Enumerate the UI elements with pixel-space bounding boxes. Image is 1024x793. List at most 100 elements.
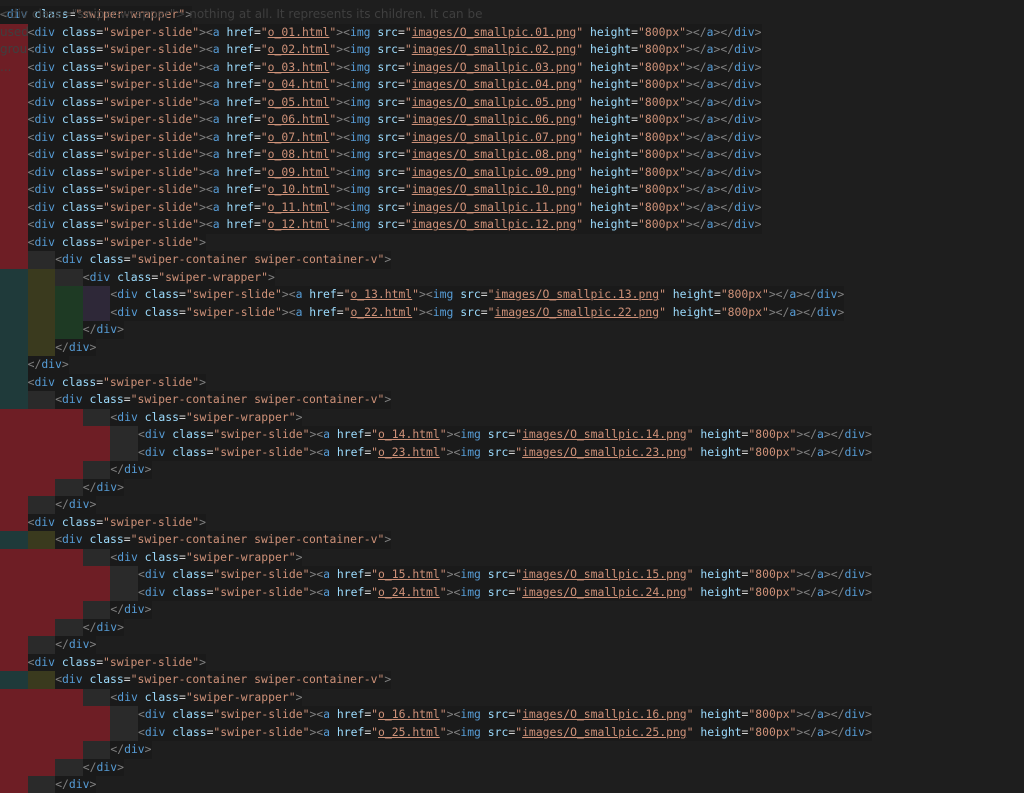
code-line[interactable]: <div class="swiper-slide"><a href="o_06.… bbox=[0, 111, 1024, 129]
token-link[interactable]: o_10.html bbox=[268, 182, 330, 196]
token-str: " bbox=[412, 287, 420, 301]
code-line[interactable]: <div class="swiper-wrapper"> bbox=[0, 408, 1024, 426]
token-link[interactable]: o_14.html bbox=[378, 427, 440, 441]
token-link[interactable]: images/O_smallpic.05.png bbox=[412, 95, 577, 109]
code-line[interactable]: </div> bbox=[0, 776, 1024, 793]
token-link[interactable]: o_03.html bbox=[268, 60, 330, 74]
token-link[interactable]: o_04.html bbox=[268, 77, 330, 91]
code-line[interactable]: <div class="swiper-slide"><a href="o_10.… bbox=[0, 181, 1024, 199]
code-line[interactable]: </div> bbox=[0, 356, 1024, 374]
token-link[interactable]: images/O_smallpic.04.png bbox=[412, 77, 577, 91]
token-link[interactable]: images/O_smallpic.03.png bbox=[412, 60, 577, 74]
code-line[interactable]: <div class="swiper-slide"><a href="o_12.… bbox=[0, 216, 1024, 234]
token-link[interactable]: images/O_smallpic.02.png bbox=[412, 42, 577, 56]
code-line[interactable]: </div> bbox=[0, 618, 1024, 636]
code-line[interactable]: <div class="swiper-slide"><a href="o_03.… bbox=[0, 58, 1024, 76]
token-link[interactable]: o_07.html bbox=[268, 130, 330, 144]
token-link[interactable]: o_15.html bbox=[378, 567, 440, 581]
token-link[interactable]: images/O_smallpic.15.png bbox=[522, 567, 687, 581]
token-link[interactable]: images/O_smallpic.10.png bbox=[412, 182, 577, 196]
code-line[interactable]: <div class="swiper-wrapper"> bbox=[0, 268, 1024, 286]
code-line[interactable]: </div> bbox=[0, 321, 1024, 339]
token-t: > bbox=[295, 549, 303, 564]
token-link[interactable]: images/O_smallpic.13.png bbox=[494, 287, 659, 301]
token-t: > bbox=[865, 724, 872, 739]
indent-guide bbox=[27, 671, 56, 689]
code-line[interactable]: <div class="swiper-slide"><a href="o_25.… bbox=[0, 723, 1024, 741]
token-link[interactable]: o_23.html bbox=[378, 445, 440, 459]
token-link[interactable]: o_11.html bbox=[268, 200, 330, 214]
token-link[interactable]: o_25.html bbox=[378, 725, 440, 739]
token-attr: class bbox=[144, 304, 179, 319]
token-t: </ bbox=[110, 742, 125, 756]
code-line[interactable]: <div class="swiper-container swiper-cont… bbox=[0, 391, 1024, 409]
token-link[interactable]: o_13.html bbox=[350, 287, 412, 301]
code-text: <div class="swiper-wrapper"> bbox=[0, 6, 193, 24]
code-line[interactable]: </div> bbox=[0, 741, 1024, 759]
code-line[interactable]: <div class="swiper-container swiper-cont… bbox=[0, 531, 1024, 549]
token-link[interactable]: images/O_smallpic.23.png bbox=[522, 445, 687, 459]
code-line[interactable]: <div class="swiper-slide"><a href="o_08.… bbox=[0, 146, 1024, 164]
code-line[interactable]: <div class="swiper-wrapper"> bbox=[0, 688, 1024, 706]
code-line[interactable]: </div> bbox=[0, 758, 1024, 776]
token-link[interactable]: images/O_smallpic.25.png bbox=[522, 725, 687, 739]
code-text: <div class="swiper-slide"><a href="o_03.… bbox=[27, 58, 762, 76]
token-link[interactable]: o_12.html bbox=[268, 217, 330, 231]
token-link[interactable]: o_24.html bbox=[378, 585, 440, 599]
token-link[interactable]: o_09.html bbox=[268, 165, 330, 179]
code-line[interactable]: </div> bbox=[0, 461, 1024, 479]
token-eq: = bbox=[631, 112, 639, 126]
code-line[interactable]: <div class="swiper-slide"><a href="o_04.… bbox=[0, 76, 1024, 94]
token-link[interactable]: o_08.html bbox=[268, 147, 330, 161]
code-line[interactable]: <div class="swiper-slide"><a href="o_09.… bbox=[0, 163, 1024, 181]
token-tag: div bbox=[734, 77, 755, 91]
token-link[interactable]: images/O_smallpic.11.png bbox=[412, 200, 577, 214]
code-line[interactable]: <div class="swiper-slide"> bbox=[0, 373, 1024, 391]
code-line[interactable]: <div class="swiper-slide"> bbox=[0, 653, 1024, 671]
token-link[interactable]: images/O_smallpic.01.png bbox=[412, 25, 577, 39]
code-line[interactable]: <div class="swiper-slide"><a href="o_05.… bbox=[0, 93, 1024, 111]
code-line[interactable]: <div class="swiper-slide"> bbox=[0, 513, 1024, 531]
code-line[interactable]: <div class="swiper-slide"><a href="o_11.… bbox=[0, 198, 1024, 216]
code-line[interactable]: </div> bbox=[0, 478, 1024, 496]
token-link[interactable]: images/O_smallpic.07.png bbox=[412, 130, 577, 144]
code-line[interactable]: </div> bbox=[0, 496, 1024, 514]
code-line[interactable]: <div class="swiper-slide"><a href="o_01.… bbox=[0, 23, 1024, 41]
code-line[interactable]: <div class="swiper-container swiper-cont… bbox=[0, 251, 1024, 269]
token-link[interactable]: images/O_smallpic.06.png bbox=[412, 112, 577, 126]
token-link[interactable]: o_01.html bbox=[268, 25, 330, 39]
token-link[interactable]: o_22.html bbox=[350, 305, 412, 319]
token-tag: div bbox=[34, 77, 56, 91]
code-line[interactable]: <div class="swiper-slide"> bbox=[0, 233, 1024, 251]
token-t: >< bbox=[446, 444, 461, 459]
code-line[interactable]: <div class="swiper-slide"><a href="o_16.… bbox=[0, 706, 1024, 724]
code-editor[interactable]: <div class="swiper-wrapper"> nothing at … bbox=[0, 0, 1024, 793]
token-link[interactable]: images/O_smallpic.14.png bbox=[522, 427, 687, 441]
token-link[interactable]: images/O_smallpic.16.png bbox=[522, 707, 687, 721]
code-line[interactable]: <div class="swiper-wrapper"> bbox=[0, 548, 1024, 566]
code-line[interactable]: <div class="swiper-container swiper-cont… bbox=[0, 671, 1024, 689]
code-line[interactable]: <div class="swiper-slide"><a href="o_15.… bbox=[0, 566, 1024, 584]
token-link[interactable]: o_06.html bbox=[268, 112, 330, 126]
code-line[interactable]: <div class="swiper-slide"><a href="o_07.… bbox=[0, 128, 1024, 146]
code-line[interactable]: <div class="swiper-slide"><a href="o_22.… bbox=[0, 303, 1024, 321]
token-link[interactable]: images/O_smallpic.09.png bbox=[412, 165, 577, 179]
code-line[interactable]: <div class="swiper-slide"><a href="o_13.… bbox=[0, 286, 1024, 304]
token-link[interactable]: images/O_smallpic.22.png bbox=[494, 305, 659, 319]
token-link[interactable]: o_05.html bbox=[268, 95, 330, 109]
token-link[interactable]: o_16.html bbox=[378, 707, 440, 721]
code-line[interactable]: </div> bbox=[0, 636, 1024, 654]
code-line[interactable]: <div class="swiper-wrapper"> bbox=[0, 6, 1024, 24]
code-line[interactable]: <div class="swiper-slide"><a href="o_24.… bbox=[0, 583, 1024, 601]
token-link[interactable]: o_02.html bbox=[268, 42, 330, 56]
code-line[interactable]: </div> bbox=[0, 601, 1024, 619]
token-link[interactable]: images/O_smallpic.24.png bbox=[522, 585, 687, 599]
token-link[interactable]: images/O_smallpic.08.png bbox=[412, 147, 577, 161]
token-link[interactable]: images/O_smallpic.12.png bbox=[412, 217, 577, 231]
code-line[interactable]: </div> bbox=[0, 338, 1024, 356]
code-line[interactable]: <div class="swiper-slide"><a href="o_02.… bbox=[0, 41, 1024, 59]
code-line[interactable]: <div class="swiper-slide"><a href="o_23.… bbox=[0, 443, 1024, 461]
code-line[interactable]: <div class="swiper-slide"><a href="o_14.… bbox=[0, 426, 1024, 444]
